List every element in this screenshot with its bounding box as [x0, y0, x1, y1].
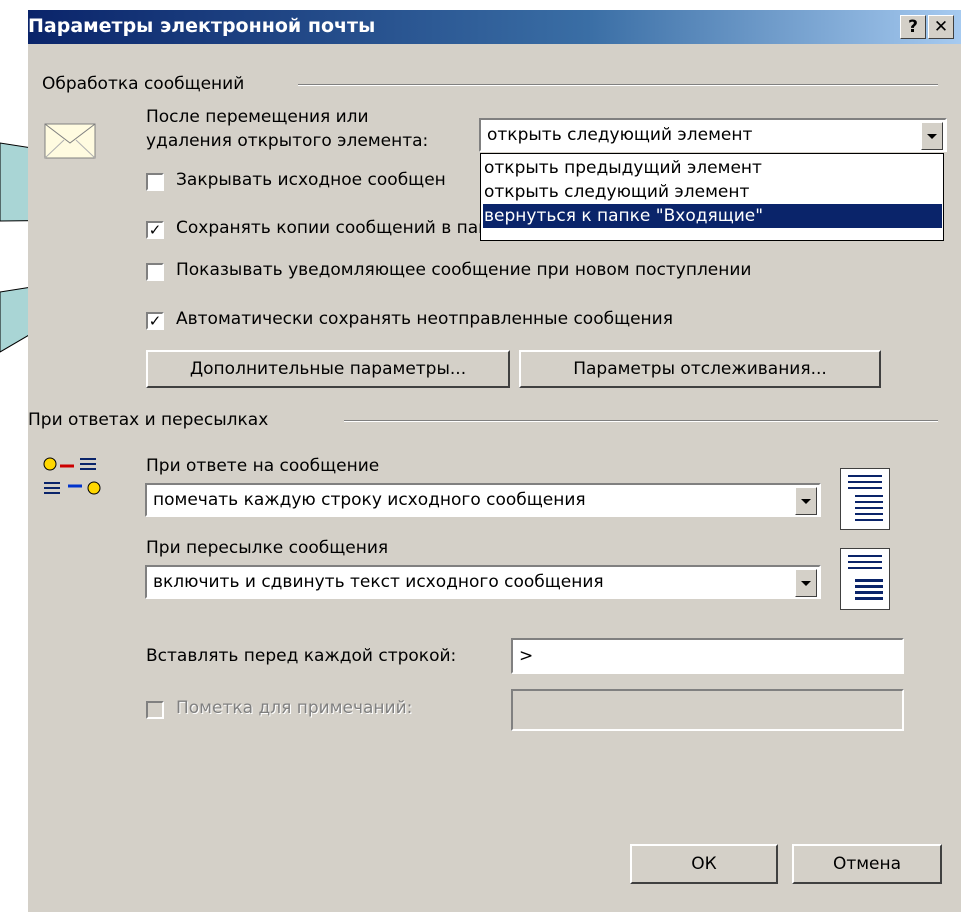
group-divider: [298, 84, 938, 86]
dropdown-arrow-icon[interactable]: [795, 487, 817, 515]
tracking-options-button[interactable]: Параметры отслеживания...: [519, 350, 881, 388]
dropdown-option-previous[interactable]: открыть предыдущий элемент: [483, 156, 942, 180]
dropdown-option-next[interactable]: открыть следующий элемент: [483, 180, 942, 204]
reply-preview-icon: [840, 468, 890, 530]
close-button[interactable]: ✕: [928, 15, 954, 39]
after-move-select-value: открыть следующий элемент: [487, 125, 753, 145]
ok-button[interactable]: ОК: [630, 844, 778, 884]
notify-label: Показывать уведомляющее сообщение при но…: [176, 260, 752, 280]
reply-forward-icon: [43, 457, 101, 495]
prefix-label: Вставлять перед каждой строкой:: [146, 646, 457, 666]
reply-select[interactable]: помечать каждую строку исходного сообщен…: [145, 483, 821, 517]
group-divider-2: [344, 420, 938, 422]
notify-checkbox[interactable]: [146, 263, 164, 281]
forward-select-value: включить и сдвинуть текст исходного сооб…: [153, 572, 604, 592]
envelope-icon: [44, 123, 96, 159]
save-copies-checkbox[interactable]: ✓: [146, 221, 164, 239]
mark-comments-label: Пометка для примечаний:: [176, 698, 413, 718]
mark-comments-input: [511, 689, 904, 731]
dropdown-arrow-icon[interactable]: [795, 569, 817, 597]
after-move-select[interactable]: открыть следующий элемент: [479, 118, 947, 152]
title-bar: Параметры электронной почты ? ✕: [28, 10, 961, 44]
dropdown-arrow-icon[interactable]: [921, 122, 943, 150]
after-move-label-line2: удаления открытого элемента:: [146, 131, 429, 151]
forward-label: При пересылке сообщения: [146, 538, 389, 558]
mark-comments-checkbox: [146, 701, 164, 719]
reply-label: При ответе на сообщение: [146, 456, 380, 476]
close-original-label: Закрывать исходное сообщен: [176, 170, 446, 190]
email-options-dialog: Параметры электронной почты ? ✕ Обработк…: [28, 10, 961, 912]
autosave-label: Автоматически сохранять неотправленные с…: [176, 309, 673, 329]
autosave-checkbox[interactable]: ✓: [146, 312, 164, 330]
forward-select[interactable]: включить и сдвинуть текст исходного сооб…: [145, 565, 821, 599]
replies-group-label: При ответах и пересылках: [28, 410, 269, 430]
forward-preview-icon: [840, 548, 890, 610]
message-handling-group-label: Обработка сообщений: [42, 74, 245, 94]
reply-select-value: помечать каждую строку исходного сообщен…: [153, 490, 586, 510]
close-original-checkbox[interactable]: [146, 173, 164, 191]
help-button[interactable]: ?: [900, 15, 926, 39]
prefix-input[interactable]: >: [511, 638, 904, 674]
window-title: Параметры электронной почты: [28, 15, 376, 37]
cancel-button[interactable]: Отмена: [792, 844, 942, 884]
advanced-options-button[interactable]: Дополнительные параметры...: [146, 350, 510, 388]
after-move-dropdown-list: открыть предыдущий элемент открыть следу…: [480, 153, 944, 241]
prefix-input-value: >: [519, 646, 534, 666]
dropdown-option-inbox[interactable]: вернуться к папке "Входящие": [483, 204, 942, 228]
after-move-label-line1: После перемещения или: [146, 107, 369, 127]
